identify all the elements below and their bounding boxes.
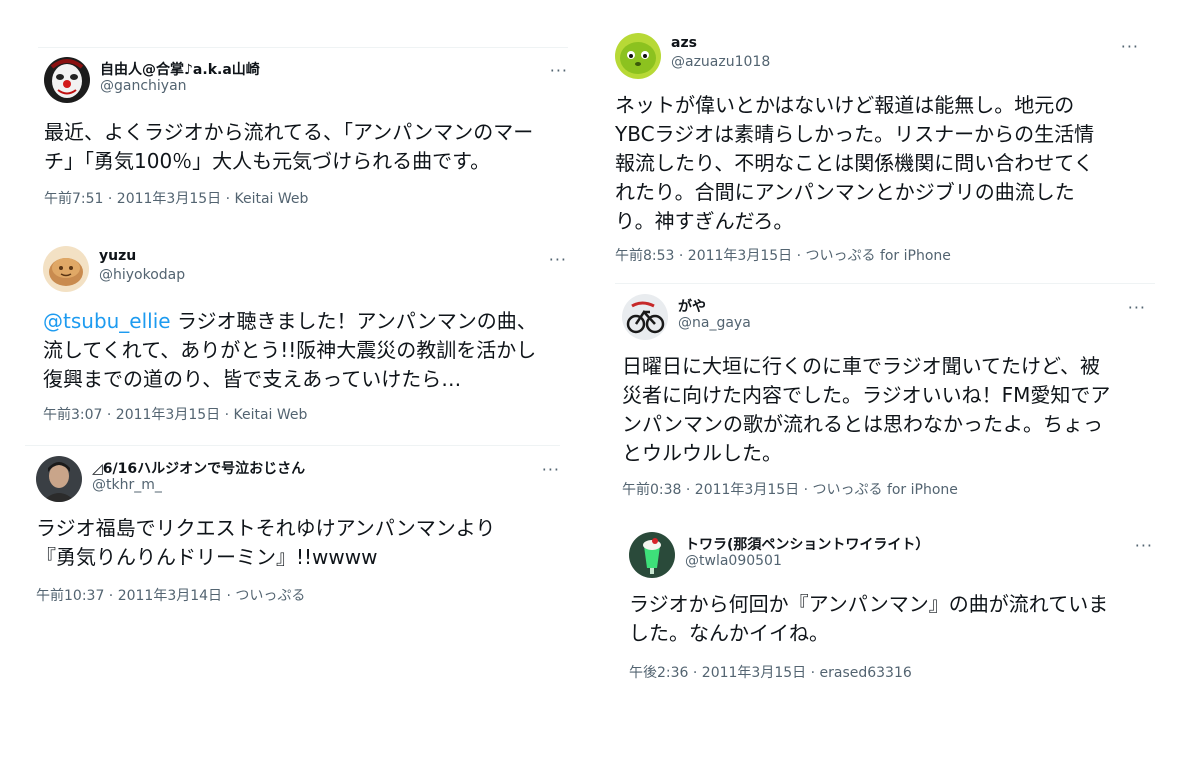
tweet-card[interactable]: がや @na_gaya ··· 日曜日に大垣に行くのに車でラジオ聞いてたけど、被… (622, 294, 1146, 500)
user-handle[interactable]: @tkhr_m_ (92, 477, 162, 493)
tweet-text-line: 流してくれて、ありがとう!!阪神大震災の教訓を活かし (43, 338, 537, 362)
more-options-icon[interactable]: ··· (1135, 538, 1153, 554)
tweet-text-segment: ラジオ聴きました！アンパンマンの曲、 (170, 309, 537, 333)
display-name[interactable]: ◿6/16ハルジオンで号泣おじさん (92, 458, 305, 478)
divider-top-left (38, 47, 568, 48)
tweet-text-line: YBCラジオは素晴らしかった。リスナーからの生活情 (615, 122, 1095, 146)
display-name[interactable]: azs (671, 35, 697, 51)
tweet-card[interactable]: azs @azuazu1018 ··· ネットが偉いとかはないけど報道は能無し。… (615, 33, 1139, 265)
more-options-icon[interactable]: ··· (550, 63, 568, 79)
tweet-text: 最近、よくラジオから流れてる、「アンパンマンのマー チ」「勇気100％」大人も元… (44, 118, 533, 176)
tweet-text-line: 報流したり、不明なことは関係機関に問い合わせてく (615, 151, 1094, 175)
tweet-text: ラジオから何回か『アンパンマン』の曲が流れていま した。なんかイイね。 (629, 590, 1108, 648)
tweet-text-line: ラジオ福島でリクエストそれゆけアンパンマンより (36, 516, 496, 540)
tweet-timestamp[interactable]: 午前7:51 · 2011年3月15日 · Keitai Web (44, 188, 308, 208)
tweet-text-line: 日曜日に大垣に行くのに車でラジオ聞いてたけど、被 (622, 354, 1100, 378)
tweet-text-line: ンパンマンの歌が流れるとは思わなかったよ。ちょっ (622, 412, 1103, 436)
bicycle-art-avatar-icon[interactable] (622, 294, 668, 340)
tweet-text: ラジオ福島でリクエストそれゆけアンパンマンより 『勇気りんりんドリーミン』!!w… (36, 514, 495, 572)
user-handle[interactable]: @na_gaya (678, 315, 751, 331)
display-name[interactable]: 自由人@合掌♪a.k.a山崎 (100, 59, 260, 79)
tweet-timestamp[interactable]: 午前0:38 · 2011年3月15日 · ついっぷる for iPhone (622, 479, 958, 499)
tweet-text-line: ラジオから何回か『アンパンマン』の曲が流れていま (629, 592, 1109, 616)
tweet-text-line: れたり。合間にアンパンマンとかジブリの曲流した (615, 180, 1075, 204)
user-handle[interactable]: @hiyokodap (99, 267, 185, 283)
more-options-icon[interactable]: ··· (1121, 39, 1139, 55)
tweet-text-line: チ」「勇気100％」大人も元気づけられる曲です。 (44, 149, 491, 173)
tweet-text-line: とウルウルした。 (622, 441, 782, 465)
user-handle[interactable]: @twla090501 (685, 553, 782, 569)
tweet-text-line: ネットが偉いとかはないけど報道は能無し。地元の (615, 93, 1075, 117)
user-handle[interactable]: @azuazu1018 (671, 54, 770, 70)
display-name[interactable]: がや (678, 296, 706, 316)
green-creature-avatar-icon[interactable] (615, 33, 661, 79)
tweet-card[interactable]: yuzu @hiyokodap ··· @tsubu_ellie ラジオ聴きまし… (43, 246, 567, 426)
tweet-text-line: り。神すぎんだろ。 (615, 209, 794, 233)
more-options-icon[interactable]: ··· (549, 252, 567, 268)
clown-avatar-icon[interactable] (44, 57, 90, 103)
melon-soda-avatar-icon[interactable] (629, 532, 675, 578)
tweet-text-line: 災者に向けた内容でした。ラジオいいね！FM愛知でア (622, 383, 1111, 407)
tweet-text: ネットが偉いとかはないけど報道は能無し。地元の YBCラジオは素晴らしかった。リ… (615, 91, 1094, 236)
display-name[interactable]: yuzu (99, 248, 136, 264)
tweet-timestamp[interactable]: 午前8:53 · 2011年3月15日 · ついっぷる for iPhone (615, 245, 951, 265)
tweet-text-line: した。なんかイイね。 (629, 621, 829, 645)
bread-avatar-icon[interactable] (43, 246, 89, 292)
user-handle[interactable]: @ganchiyan (100, 78, 187, 94)
divider-right-middle (615, 283, 1155, 284)
tweet-timestamp[interactable]: 午後2:36 · 2011年3月15日 · erased63316 (629, 662, 912, 682)
divider-left-middle (25, 445, 560, 446)
tweet-card[interactable]: トワラ(那須ペンショントワイライト） @twla090501 ··· ラジオから… (629, 532, 1153, 682)
person-avatar-icon[interactable] (36, 456, 82, 502)
display-name[interactable]: トワラ(那須ペンショントワイライト） (685, 534, 929, 554)
tweet-text: @tsubu_ellie ラジオ聴きました！アンパンマンの曲、 流してくれて、あ… (43, 307, 537, 394)
tweet-timestamp[interactable]: 午前10:37 · 2011年3月14日 · ついっぷる (36, 585, 305, 605)
mention-link[interactable]: @tsubu_ellie (43, 309, 171, 333)
tweet-text-line: 最近、よくラジオから流れてる、「アンパンマンのマー (44, 120, 534, 144)
tweet-text-line: 復興までの道のり、皆で支えあっていけたら… (43, 367, 462, 391)
tweet-card[interactable]: ◿6/16ハルジオンで号泣おじさん @tkhr_m_ ··· ラジオ福島でリクエ… (36, 456, 560, 606)
more-options-icon[interactable]: ··· (1128, 300, 1146, 316)
tweet-card[interactable]: 自由人@合掌♪a.k.a山崎 @ganchiyan ··· 最近、よくラジオから… (44, 57, 568, 209)
tweet-text: 日曜日に大垣に行くのに車でラジオ聞いてたけど、被 災者に向けた内容でした。ラジオ… (622, 352, 1110, 468)
more-options-icon[interactable]: ··· (542, 462, 560, 478)
tweet-text-line: 『勇気りんりんドリーミン』!!wwww (36, 545, 378, 569)
tweet-text-line: @tsubu_ellie ラジオ聴きました！アンパンマンの曲、 (43, 307, 537, 336)
tweet-timestamp[interactable]: 午前3:07 · 2011年3月15日 · Keitai Web (43, 404, 307, 424)
